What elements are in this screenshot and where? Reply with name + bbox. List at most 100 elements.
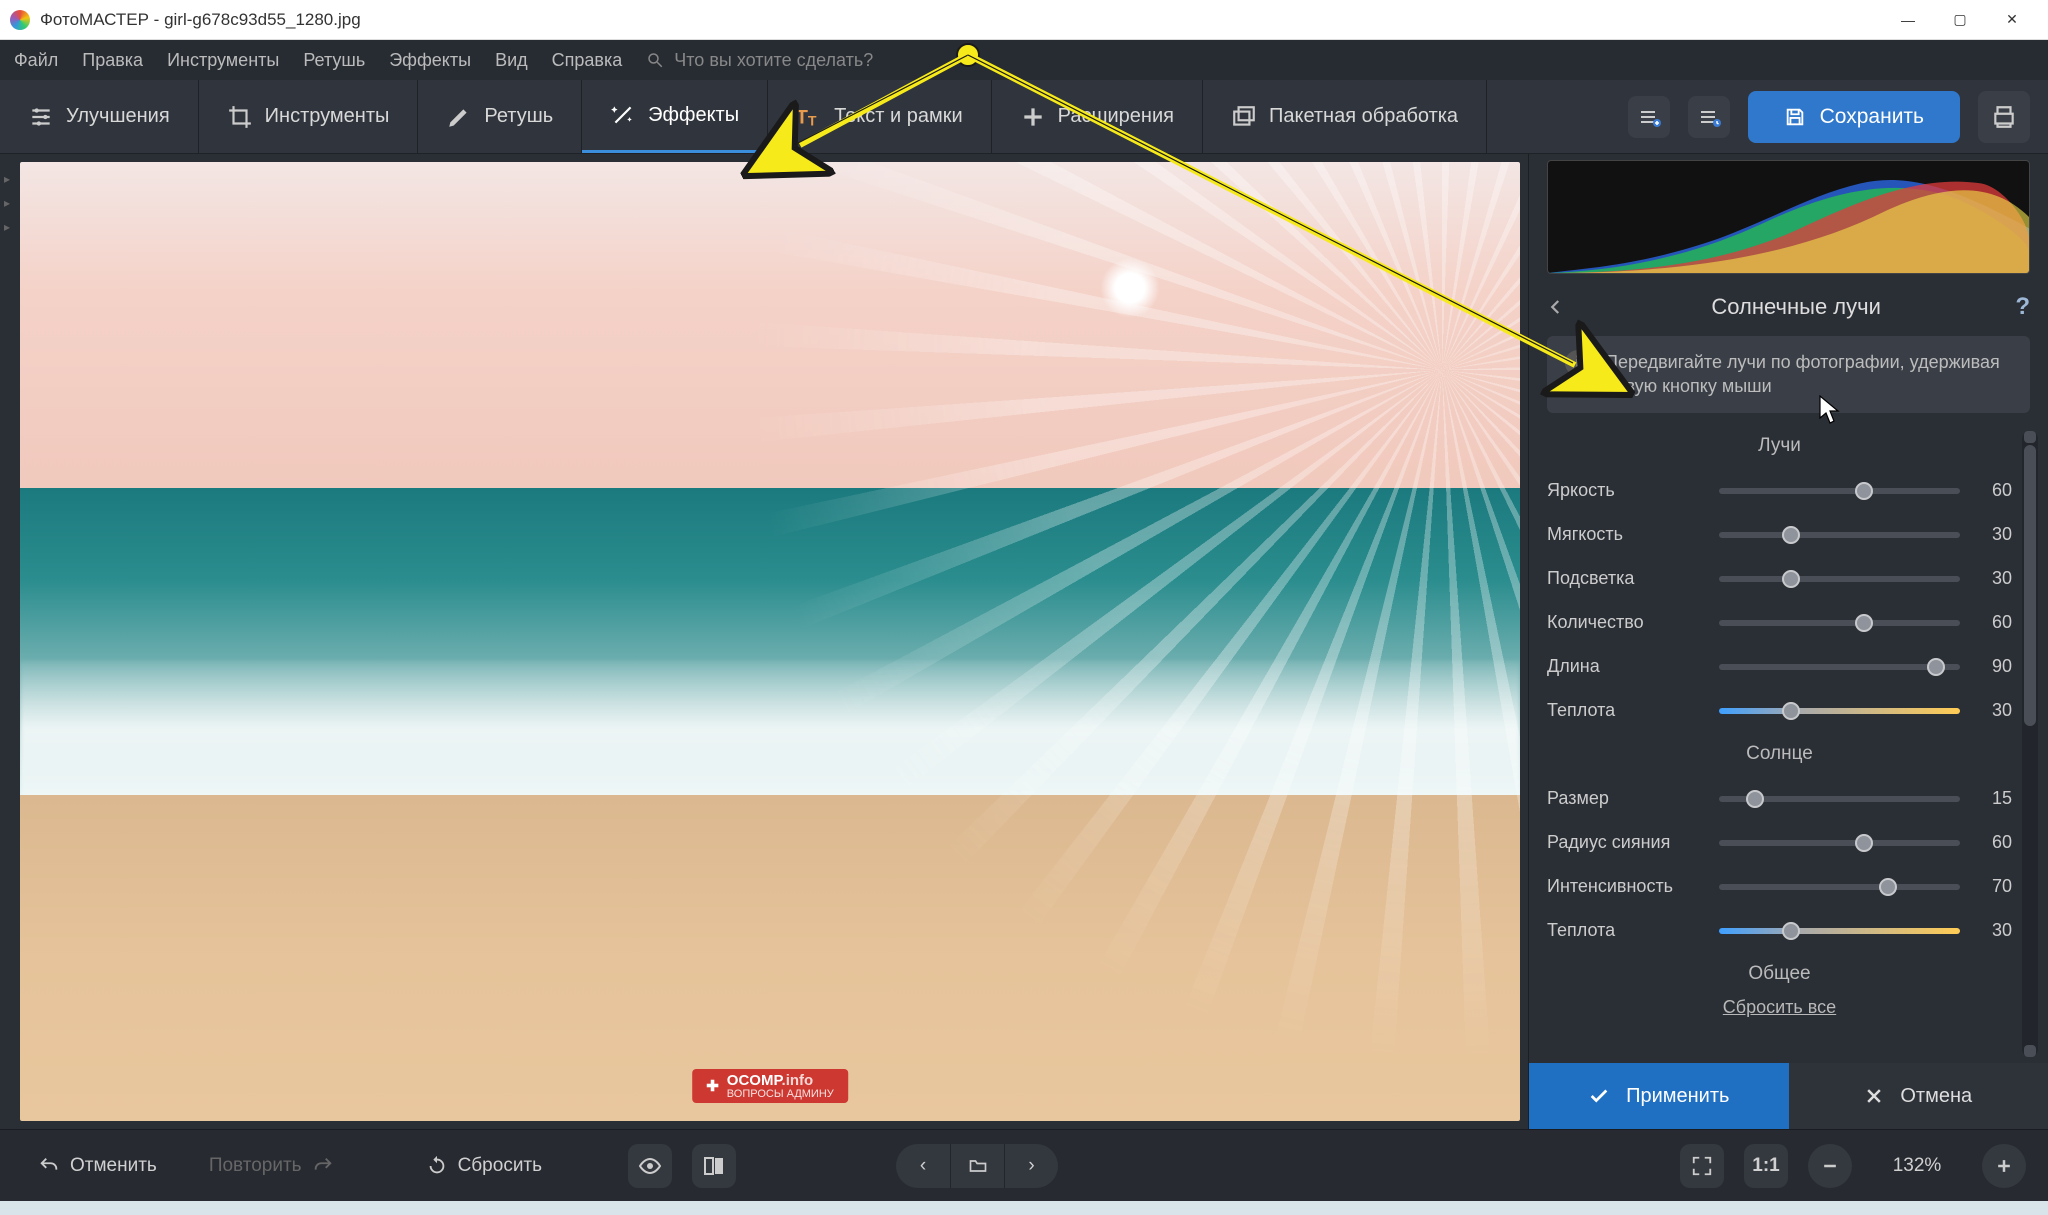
- tab-tools[interactable]: Инструменты: [199, 80, 419, 153]
- cancel-label: Отмена: [1900, 1085, 1972, 1108]
- canvas[interactable]: ✚OCOMP.infoВОПРОСЫ АДМИНУ: [20, 162, 1520, 1121]
- slider-warmth-sun[interactable]: Теплота30: [1547, 909, 2012, 953]
- tab-batch-label: Пакетная обработка: [1269, 105, 1458, 128]
- panel-hint: i Передвигайте лучи по фотографии, удерж…: [1547, 336, 2030, 413]
- next-file[interactable]: ›: [1004, 1144, 1058, 1188]
- slider-softness[interactable]: Мягкость30: [1547, 513, 2012, 557]
- maximize-button[interactable]: ▢: [1934, 4, 1986, 36]
- tab-tools-label: Инструменты: [265, 105, 390, 128]
- scroll-down-cap[interactable]: [2024, 1045, 2036, 1057]
- panel-help-button[interactable]: ?: [2015, 293, 2030, 321]
- save-button[interactable]: Сохранить: [1748, 91, 1960, 143]
- plus-icon: [1020, 104, 1046, 130]
- wand-icon: [610, 102, 636, 128]
- watermark: ✚OCOMP.infoВОПРОСЫ АДМИНУ: [692, 1069, 848, 1103]
- save-label: Сохранить: [1820, 105, 1924, 129]
- window-titlebar: ФотоМАСТЕР - girl-g678c93d55_1280.jpg — …: [0, 0, 2048, 40]
- menu-effects[interactable]: Эффекты: [389, 50, 471, 71]
- cancel-button[interactable]: Отмена: [1789, 1063, 2048, 1129]
- preset-add-icon[interactable]: [1628, 96, 1670, 138]
- zoom-out[interactable]: [1808, 1144, 1852, 1188]
- tab-text[interactable]: TT Текст и рамки: [768, 80, 992, 153]
- reset-icon: [426, 1155, 448, 1177]
- compare-toggle[interactable]: [692, 1144, 736, 1188]
- scroll-thumb[interactable]: [2024, 445, 2036, 727]
- tab-extensions-label: Расширения: [1058, 105, 1174, 128]
- group-general: Общее: [1547, 963, 2012, 985]
- bottom-bar: Отменить Повторить Сбросить ‹ › 1:1 132%: [0, 1129, 2048, 1201]
- slider-size[interactable]: Размер15: [1547, 777, 2012, 821]
- apply-button[interactable]: Применить: [1529, 1063, 1789, 1129]
- main-area: ▸▸▸ ✚OCOMP.infoВОПРОСЫ АДМИНУ Солнечные …: [0, 154, 2048, 1129]
- sliders-scrollzone: Лучи Яркость60 Мягкость30 Подсветка30 Ко…: [1547, 425, 2040, 1063]
- menu-tools[interactable]: Инструменты: [167, 50, 279, 71]
- undo-icon: [38, 1155, 60, 1177]
- slider-brightness[interactable]: Яркость60: [1547, 469, 2012, 513]
- plus-icon: [1994, 1156, 2014, 1176]
- search-icon: [646, 51, 664, 69]
- slider-radius[interactable]: Радиус сияния60: [1547, 821, 2012, 865]
- tab-text-label: Текст и рамки: [834, 105, 963, 128]
- slider-count[interactable]: Количество60: [1547, 601, 2012, 645]
- preview-toggle[interactable]: [628, 1144, 672, 1188]
- zoom-in[interactable]: [1982, 1144, 2026, 1188]
- crop-icon: [227, 104, 253, 130]
- info-icon: i: [1565, 350, 1591, 376]
- group-rays: Лучи: [1547, 435, 2012, 457]
- tab-effects[interactable]: Эффекты: [582, 80, 768, 153]
- slider-warmth-rays[interactable]: Теплота30: [1547, 689, 2012, 733]
- undo-button[interactable]: Отменить: [22, 1147, 173, 1185]
- brush-icon: [446, 104, 472, 130]
- open-folder[interactable]: [950, 1144, 1004, 1188]
- right-panel: Солнечные лучи ? i Передвигайте лучи по …: [1528, 154, 2048, 1129]
- svg-text:T: T: [796, 106, 808, 128]
- tab-retouch[interactable]: Ретушь: [418, 80, 582, 153]
- reset-all-link[interactable]: Сбросить все: [1547, 997, 2012, 1018]
- chevron-left-icon: [1547, 298, 1565, 316]
- menu-retouch[interactable]: Ретушь: [303, 50, 365, 71]
- panel-handles[interactable]: ▸▸▸: [4, 172, 10, 234]
- folder-icon: [968, 1156, 988, 1176]
- menu-view[interactable]: Вид: [495, 50, 528, 71]
- group-sun: Солнце: [1547, 743, 2012, 765]
- menu-edit[interactable]: Правка: [82, 50, 143, 71]
- scroll-up-cap[interactable]: [2024, 431, 2036, 443]
- minimize-button[interactable]: —: [1882, 4, 1934, 36]
- zoom-actual[interactable]: 1:1: [1744, 1144, 1788, 1188]
- histogram[interactable]: [1547, 160, 2030, 274]
- save-icon: [1784, 106, 1806, 128]
- search-placeholder: Что вы хотите сделать?: [674, 50, 873, 71]
- main-toolbar: Улучшения Инструменты Ретушь Эффекты TT …: [0, 80, 2048, 154]
- compare-icon: [702, 1154, 726, 1178]
- tab-enhance[interactable]: Улучшения: [0, 80, 199, 153]
- menu-file[interactable]: Файл: [14, 50, 58, 71]
- menu-search[interactable]: Что вы хотите сделать?: [646, 50, 873, 71]
- preset-history-icon[interactable]: [1688, 96, 1730, 138]
- tab-retouch-label: Ретушь: [484, 105, 553, 128]
- slider-intensity[interactable]: Интенсивность70: [1547, 865, 2012, 909]
- panel-title: Солнечные лучи: [1577, 294, 2015, 320]
- print-button[interactable]: [1978, 91, 2030, 143]
- fit-icon: [1691, 1155, 1713, 1177]
- slider-length[interactable]: Длина90: [1547, 645, 2012, 689]
- close-button[interactable]: ✕: [1986, 4, 2038, 36]
- menu-bar: Файл Правка Инструменты Ретушь Эффекты В…: [0, 40, 2048, 80]
- fit-screen[interactable]: [1680, 1144, 1724, 1188]
- prev-file[interactable]: ‹: [896, 1144, 950, 1188]
- scrollbar[interactable]: [2022, 431, 2038, 1057]
- window-frame-bottom: [0, 1201, 2048, 1215]
- sliders-icon: [28, 104, 54, 130]
- redo-icon: [312, 1155, 334, 1177]
- panel-back-button[interactable]: [1547, 292, 1577, 322]
- reset-button[interactable]: Сбросить: [410, 1147, 558, 1185]
- menu-help[interactable]: Справка: [552, 50, 623, 71]
- tab-batch[interactable]: Пакетная обработка: [1203, 80, 1487, 153]
- slider-backlight[interactable]: Подсветка30: [1547, 557, 2012, 601]
- svg-text:T: T: [808, 112, 817, 128]
- batch-icon: [1231, 104, 1257, 130]
- zoom-value[interactable]: 132%: [1872, 1155, 1962, 1177]
- redo-button[interactable]: Повторить: [193, 1147, 350, 1185]
- image-sky: [20, 162, 1520, 488]
- tab-extensions[interactable]: Расширения: [992, 80, 1203, 153]
- file-nav: ‹ ›: [896, 1144, 1058, 1188]
